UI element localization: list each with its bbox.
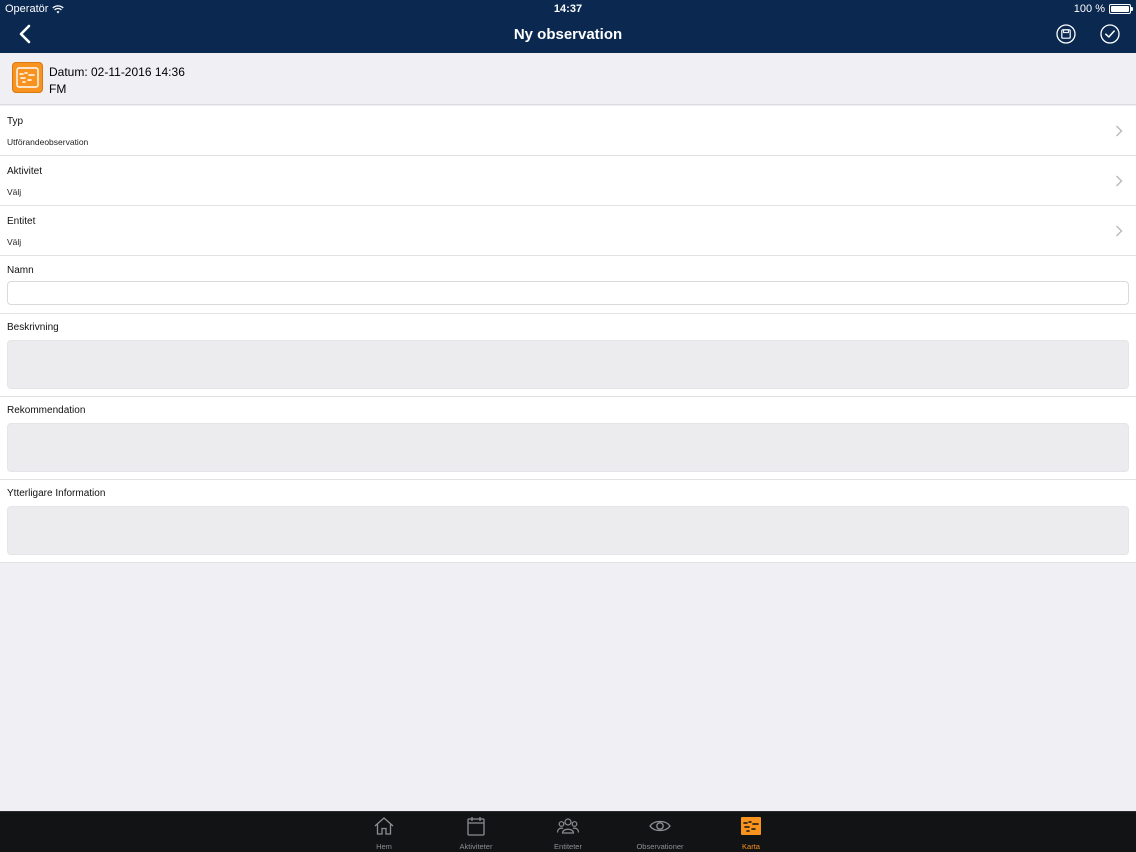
tab-observationer[interactable]: Observationer — [620, 814, 700, 852]
save-icon[interactable] — [1056, 24, 1076, 44]
beskrivning-textarea[interactable] — [7, 340, 1129, 389]
rekommendation-textarea[interactable] — [7, 423, 1129, 472]
calendar-icon — [467, 817, 485, 836]
map-icon — [741, 817, 761, 835]
field-entitet[interactable]: Entitet Välj — [0, 206, 1136, 256]
field-beskrivning: Beskrivning — [0, 314, 1136, 397]
field-value: Utförandeobservation — [7, 137, 89, 147]
status-bar: Operatör 14:37 100 % — [0, 0, 1136, 18]
observation-date: Datum: 02-11-2016 14:36 FM — [49, 64, 185, 98]
field-label: Aktivitet — [7, 166, 43, 177]
chevron-right-icon — [1116, 175, 1123, 187]
tab-label: Entiteter — [554, 842, 582, 851]
tab-label: Aktiviteter — [459, 842, 493, 851]
battery-icon — [1109, 4, 1133, 14]
battery: 100 % — [1073, 3, 1133, 15]
tab-label: Hem — [376, 842, 392, 851]
field-value: Välj — [7, 187, 22, 197]
namn-input[interactable] — [7, 281, 1129, 305]
field-typ[interactable]: Typ Utförandeobservation — [0, 106, 1136, 156]
top-bar: Operatör 14:37 100 % Ny observation — [0, 0, 1136, 53]
home-icon — [374, 817, 394, 835]
field-label: Entitet — [7, 216, 36, 227]
chevron-right-icon — [1116, 125, 1123, 137]
field-label: Typ — [7, 116, 24, 127]
page-title: Ny observation — [513, 26, 623, 43]
map-icon — [12, 62, 43, 93]
chevron-right-icon — [1116, 225, 1123, 237]
ytterligare-information-textarea[interactable] — [7, 506, 1129, 555]
field-label: Rekommendation — [7, 405, 86, 416]
tab-aktiviteter[interactable]: Aktiviteter — [436, 814, 516, 852]
field-label: Ytterligare Information — [7, 488, 106, 499]
tab-entiteter[interactable]: Entiteter — [528, 814, 608, 852]
tab-label: Karta — [742, 842, 760, 851]
tab-karta[interactable]: Karta — [711, 814, 791, 852]
field-rekommendation: Rekommendation — [0, 397, 1136, 480]
observation-header: Datum: 02-11-2016 14:36 FM — [0, 53, 1136, 105]
date-sub-line: FM — [49, 82, 67, 96]
checkmark-circle-icon[interactable] — [1100, 24, 1120, 44]
field-aktivitet[interactable]: Aktivitet Välj — [0, 156, 1136, 206]
tab-label: Observationer — [636, 842, 684, 851]
field-label: Beskrivning — [7, 322, 59, 333]
field-namn: Namn — [0, 256, 1136, 314]
field-value: Välj — [7, 237, 22, 247]
battery-percent: 100 % — [1073, 3, 1105, 15]
status-time: 14:37 — [553, 3, 583, 15]
people-icon — [556, 818, 580, 834]
eye-icon — [649, 820, 671, 832]
field-ytterligare-information: Ytterligare Information — [0, 480, 1136, 563]
tab-bar: Hem Aktiviteter Entiteter Observationer … — [0, 811, 1136, 852]
date-line: Datum: 02-11-2016 14:36 — [49, 65, 185, 79]
tab-hem[interactable]: Hem — [344, 814, 424, 852]
field-label: Namn — [7, 265, 34, 276]
